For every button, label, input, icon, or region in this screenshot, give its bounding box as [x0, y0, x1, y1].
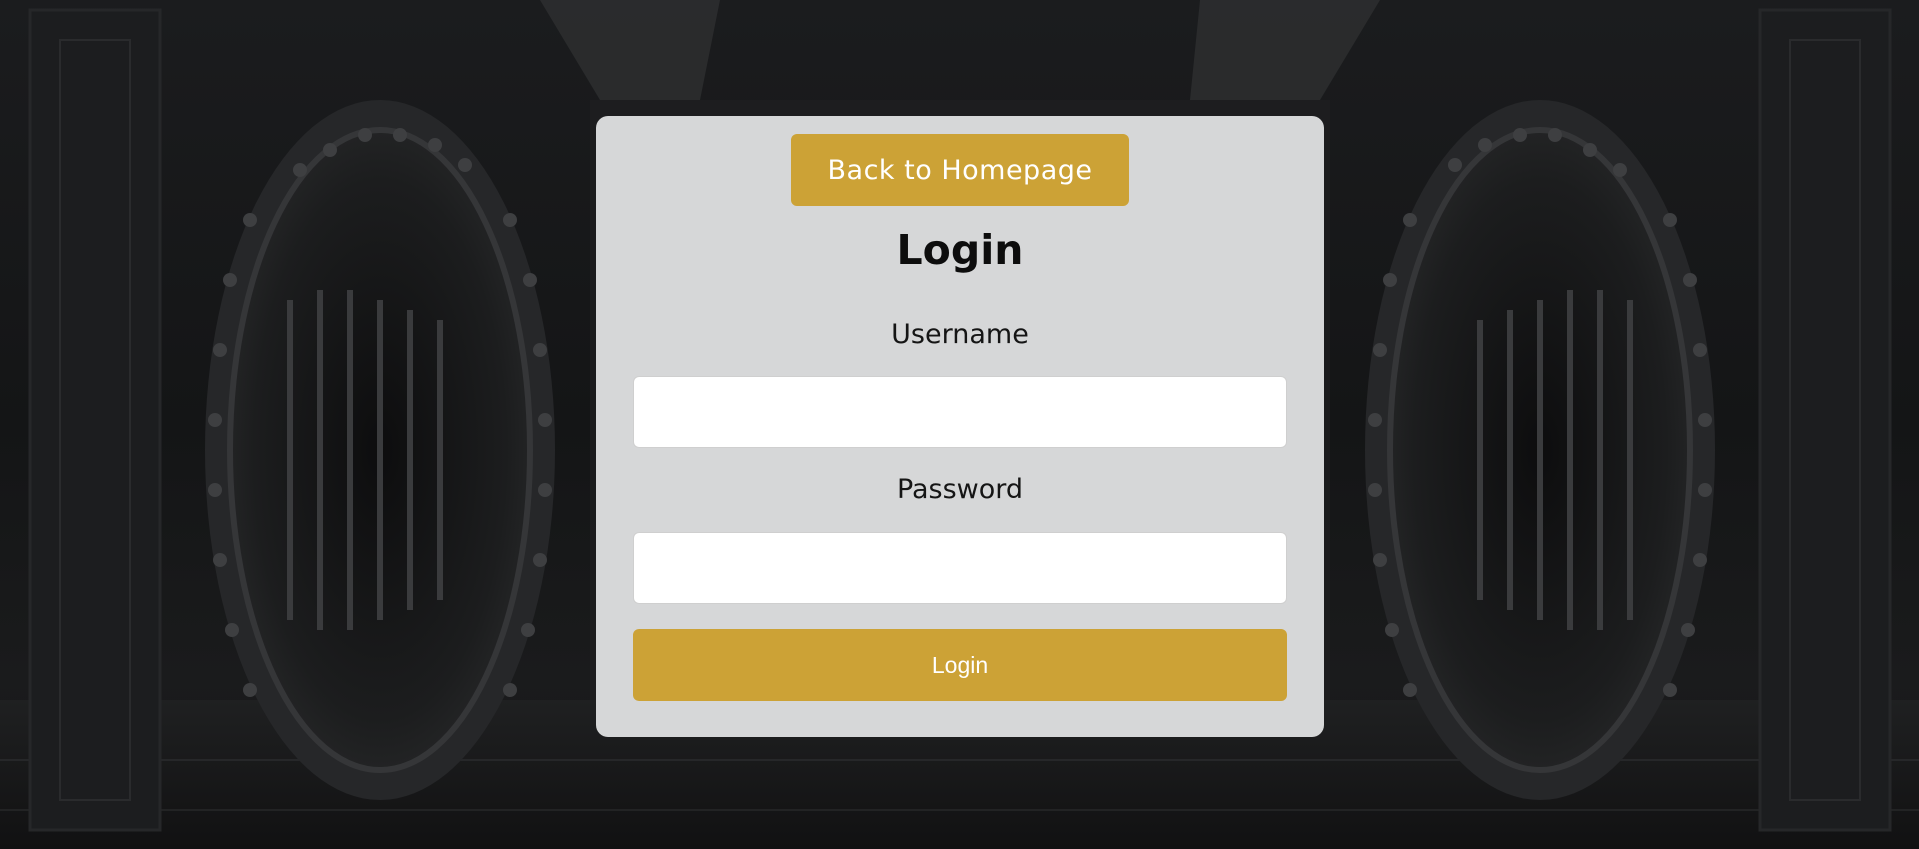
login-title: Login	[896, 226, 1024, 274]
back-to-homepage-button[interactable]: Back to Homepage	[791, 134, 1129, 206]
password-input[interactable]	[633, 532, 1287, 604]
login-submit-button[interactable]: Login	[633, 629, 1287, 701]
username-label: Username	[891, 319, 1029, 350]
password-label: Password	[896, 474, 1024, 505]
login-card: Back to Homepage Login Username Password…	[596, 116, 1324, 737]
username-input[interactable]	[633, 376, 1287, 448]
